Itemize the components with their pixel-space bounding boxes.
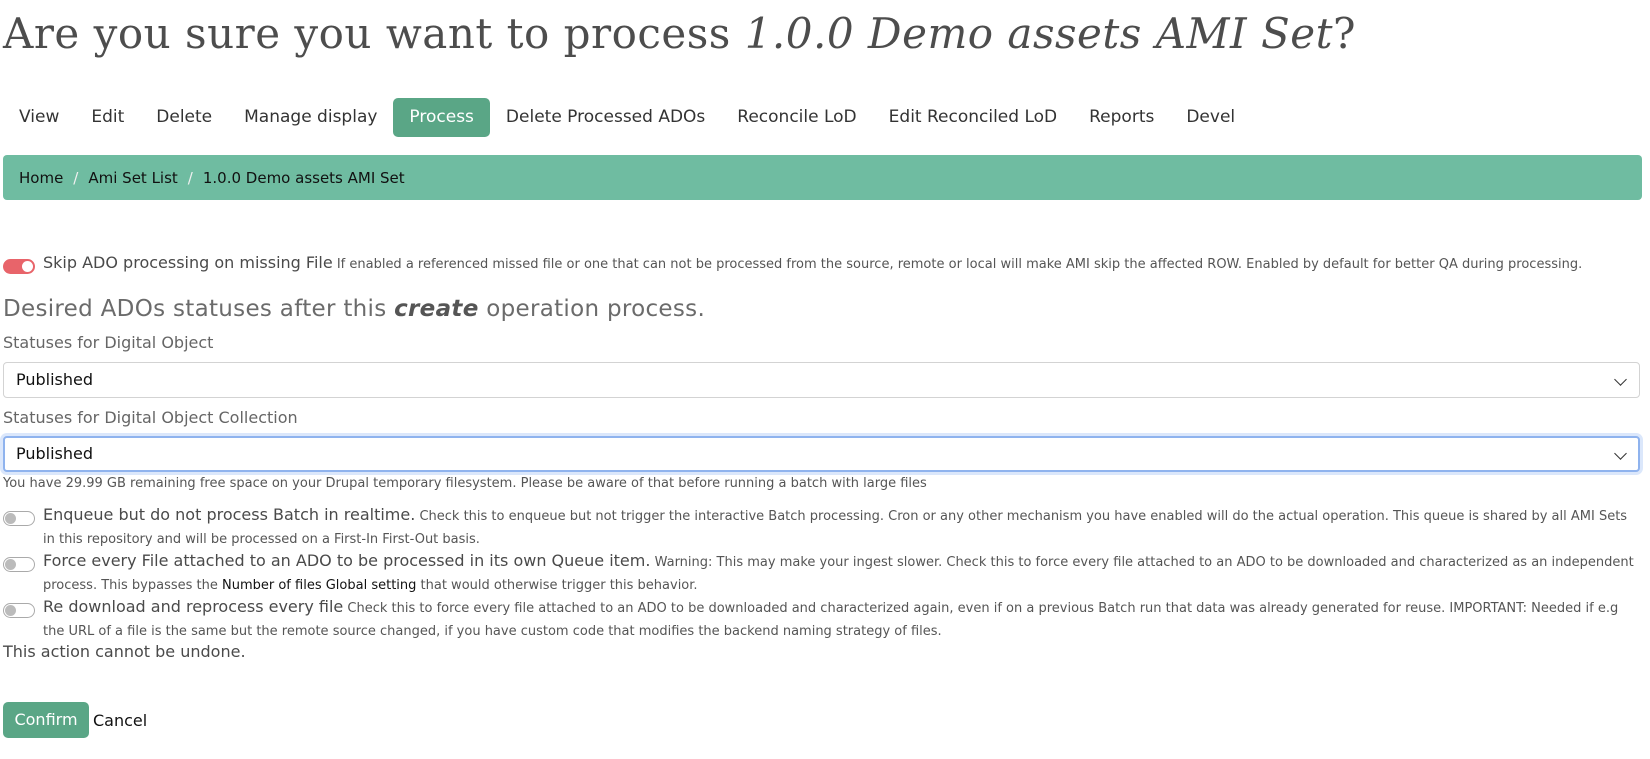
digital-object-collection-status-label: Statuses for Digital Object Collection — [3, 408, 298, 427]
statuses-section-title: Desired ADOs statuses after this create … — [3, 296, 705, 322]
tab-devel[interactable]: Devel — [1170, 98, 1251, 137]
force-queue-description-after: that would otherwise trigger this behavi… — [416, 578, 698, 593]
breadcrumb-separator: / — [187, 168, 193, 187]
page-title-suffix: ? — [1332, 9, 1357, 58]
force-queue-row: Force every File attached to an ADO to b… — [3, 549, 1643, 597]
statuses-title-prefix: Desired ADOs statuses after this — [3, 296, 395, 322]
digital-object-collection-status-select[interactable]: Published — [3, 436, 1640, 472]
enqueue-label: Enqueue but do not process Batch in real… — [43, 505, 416, 524]
skip-missing-label: Skip ADO processing on missing File — [43, 253, 333, 272]
breadcrumb-current: 1.0.0 Demo assets AMI Set — [202, 168, 405, 187]
undone-notice: This action cannot be undone. — [3, 642, 246, 661]
enqueue-row: Enqueue but do not process Batch in real… — [3, 503, 1643, 551]
digital-object-status-value: Published — [16, 370, 94, 389]
chevron-down-icon — [1614, 447, 1627, 460]
skip-missing-toggle[interactable] — [3, 259, 35, 274]
force-queue-label: Force every File attached to an ADO to b… — [43, 551, 651, 570]
redownload-label: Re download and reprocess every file — [43, 597, 344, 616]
primary-tabs: View Edit Delete Manage display Process … — [3, 98, 1251, 137]
page-title-prefix: Are you sure you want to process — [3, 9, 745, 58]
skip-missing-row: Skip ADO processing on missing File If e… — [3, 251, 1643, 276]
tab-delete-processed-ados[interactable]: Delete Processed ADOs — [490, 98, 721, 137]
tab-view[interactable]: View — [3, 98, 75, 137]
tab-delete[interactable]: Delete — [140, 98, 228, 137]
tab-edit[interactable]: Edit — [75, 98, 140, 137]
statuses-title-operation: create — [394, 296, 479, 322]
statuses-title-suffix: operation process. — [478, 296, 706, 322]
cancel-link[interactable]: Cancel — [93, 711, 147, 730]
enqueue-toggle[interactable] — [3, 511, 35, 526]
disk-space-info: You have 29.99 GB remaining free space o… — [3, 476, 927, 491]
chevron-down-icon — [1614, 373, 1627, 386]
redownload-toggle[interactable] — [3, 603, 35, 618]
page-title: Are you sure you want to process 1.0.0 D… — [3, 6, 1356, 62]
global-setting-link[interactable]: Number of files Global setting — [222, 578, 416, 593]
confirm-button[interactable]: Confirm — [3, 702, 89, 738]
redownload-row: Re download and reprocess every file Che… — [3, 595, 1643, 643]
tab-reconcile-lod[interactable]: Reconcile LoD — [721, 98, 872, 137]
breadcrumb: Home / Ami Set List / 1.0.0 Demo assets … — [3, 155, 1642, 200]
tab-reports[interactable]: Reports — [1073, 98, 1170, 137]
force-queue-toggle[interactable] — [3, 557, 35, 572]
page-title-item: 1.0.0 Demo assets AMI Set — [744, 9, 1333, 58]
skip-missing-description: If enabled a referenced missed file or o… — [336, 257, 1583, 272]
tab-process[interactable]: Process — [393, 98, 490, 137]
breadcrumb-ami-set-list[interactable]: Ami Set List — [88, 169, 177, 187]
digital-object-status-select[interactable]: Published — [3, 362, 1640, 398]
digital-object-collection-status-value: Published — [16, 444, 94, 463]
tab-manage-display[interactable]: Manage display — [228, 98, 393, 137]
tab-edit-reconciled-lod[interactable]: Edit Reconciled LoD — [873, 98, 1073, 137]
breadcrumb-home[interactable]: Home — [19, 169, 63, 187]
digital-object-status-label: Statuses for Digital Object — [3, 333, 214, 352]
breadcrumb-separator: / — [73, 168, 79, 187]
